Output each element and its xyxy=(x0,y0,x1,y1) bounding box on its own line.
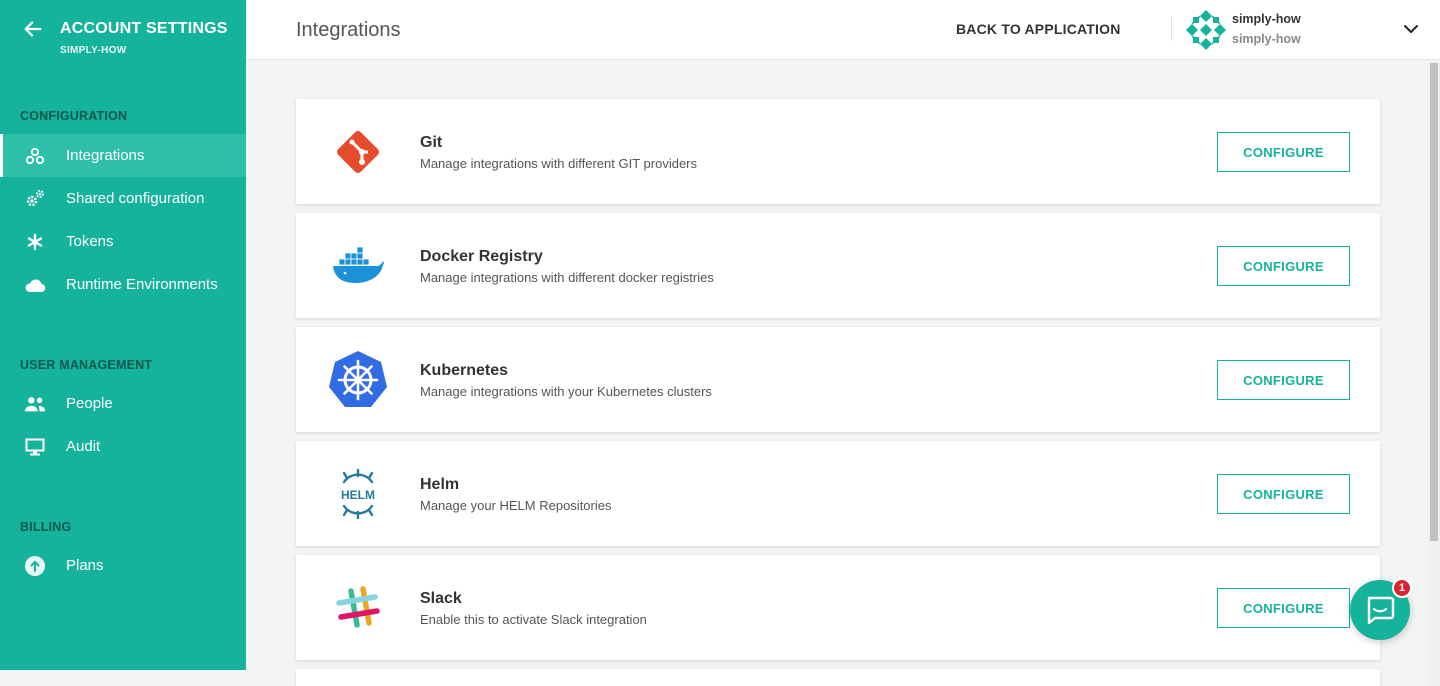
integration-card-kubernetes: Kubernetes Manage integrations with your… xyxy=(296,327,1380,432)
section-configuration: CONFIGURATION xyxy=(20,109,128,123)
sidebar-item-label: Audit xyxy=(66,438,101,455)
sidebar-item-label: Runtime Environments xyxy=(66,276,218,293)
integration-card-helm: HELM Helm Manage your HELM Repositories … xyxy=(296,441,1380,546)
integration-description: Manage integrations with different GIT p… xyxy=(420,156,697,171)
configure-kubernetes-button[interactable]: CONFIGURE xyxy=(1217,360,1350,400)
sidebar-item-label: People xyxy=(66,395,113,412)
integration-title: Git xyxy=(420,134,443,151)
sidebar: ACCOUNT SETTINGS SIMPLY-HOW CONFIGURATIO… xyxy=(0,0,246,670)
configure-helm-button[interactable]: CONFIGURE xyxy=(1217,474,1350,514)
slack-logo xyxy=(326,580,390,636)
docker-logo xyxy=(326,238,390,294)
sidebar-item-audit[interactable]: Audit xyxy=(0,425,246,468)
cloud-icon xyxy=(24,274,46,296)
helm-logo: HELM xyxy=(326,466,390,522)
sidebar-item-shared-configuration[interactable]: Shared configuration xyxy=(0,177,246,220)
avatar[interactable] xyxy=(1184,8,1228,52)
sidebar-header: ACCOUNT SETTINGS SIMPLY-HOW xyxy=(0,0,246,70)
people-icon xyxy=(24,393,46,415)
integration-card-git: Git Manage integrations with different G… xyxy=(296,99,1380,204)
sidebar-item-integrations[interactable]: Integrations xyxy=(0,134,246,177)
sidebar-item-plans[interactable]: Plans xyxy=(0,544,246,587)
upgrade-icon xyxy=(24,555,46,577)
asterisk-icon xyxy=(24,231,46,253)
integration-title: Slack xyxy=(420,590,462,607)
sidebar-item-label: Shared configuration xyxy=(66,190,205,207)
integration-title: Kubernetes xyxy=(420,362,509,379)
page-title: Integrations xyxy=(296,19,401,41)
integrations-icon xyxy=(24,145,46,167)
integration-card-docker-registry: Docker Registry Manage integrations with… xyxy=(296,213,1380,318)
sidebar-item-label: Plans xyxy=(66,557,104,574)
sidebar-item-runtime-environments[interactable]: Runtime Environments xyxy=(0,263,246,306)
back-to-application-link[interactable]: BACK TO APPLICATION xyxy=(956,21,1121,37)
svg-text:HELM: HELM xyxy=(341,488,375,502)
integration-description: Manage integrations with your Kubernetes… xyxy=(420,384,712,399)
scrollbar-thumb[interactable] xyxy=(1430,63,1438,541)
account-name: simply-how xyxy=(1232,12,1301,26)
main-content: Git Manage integrations with different G… xyxy=(246,61,1428,686)
top-header: Integrations BACK TO APPLICATION simply-… xyxy=(246,0,1440,60)
integration-card-slack: Slack Enable this to activate Slack inte… xyxy=(296,555,1380,660)
integration-card-partial xyxy=(296,669,1380,686)
configure-git-button[interactable]: CONFIGURE xyxy=(1217,132,1350,172)
kubernetes-logo xyxy=(326,351,390,408)
sidebar-title: ACCOUNT SETTINGS xyxy=(60,20,228,37)
gears-icon xyxy=(24,188,46,210)
integration-description: Manage your HELM Repositories xyxy=(420,498,612,513)
account-org: simply-how xyxy=(1232,32,1301,46)
monitor-icon xyxy=(24,436,46,458)
sidebar-item-label: Tokens xyxy=(66,233,114,250)
configure-docker-registry-button[interactable]: CONFIGURE xyxy=(1217,246,1350,286)
chat-icon xyxy=(1367,596,1395,624)
integration-description: Manage integrations with different docke… xyxy=(420,270,714,285)
chevron-down-icon[interactable] xyxy=(1402,20,1420,38)
integration-description: Enable this to activate Slack integratio… xyxy=(420,612,647,627)
configure-slack-button[interactable]: CONFIGURE xyxy=(1217,588,1350,628)
sidebar-item-label: Integrations xyxy=(66,147,145,164)
section-billing: BILLING xyxy=(20,520,72,534)
back-arrow-icon[interactable] xyxy=(22,18,44,40)
sidebar-item-people[interactable]: People xyxy=(0,382,246,425)
vertical-scrollbar[interactable] xyxy=(1428,61,1440,686)
git-logo xyxy=(326,124,390,180)
integration-title: Helm xyxy=(420,476,460,493)
section-user-management: USER MANAGEMENT xyxy=(20,358,153,372)
header-divider xyxy=(1171,17,1172,41)
chat-notification-badge: 1 xyxy=(1392,578,1412,598)
sidebar-subtitle: SIMPLY-HOW xyxy=(60,45,127,56)
integration-title: Docker Registry xyxy=(420,248,543,265)
sidebar-item-tokens[interactable]: Tokens xyxy=(0,220,246,263)
